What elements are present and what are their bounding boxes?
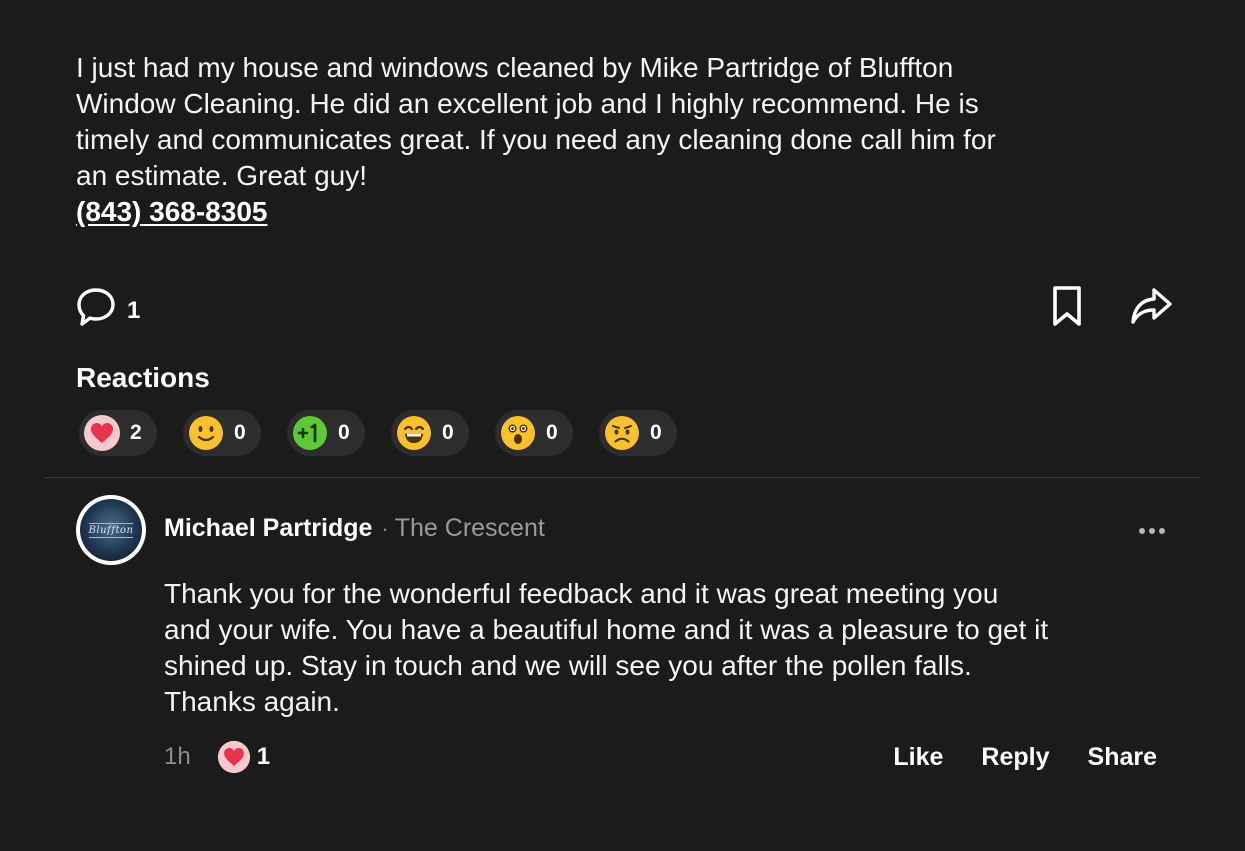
share-comment-button[interactable]: Share [1088, 743, 1157, 772]
heart-icon [83, 414, 121, 452]
comment-body-line-1: Thank you for the wonderful feedback and… [164, 578, 999, 609]
surprised-face-icon [499, 414, 537, 452]
reaction-count: 0 [442, 421, 454, 444]
reaction-count: 0 [234, 421, 246, 444]
reaction-plus-one[interactable]: 0 [287, 410, 365, 456]
comment-count: 1 [127, 296, 141, 324]
reply-button[interactable]: Reply [981, 743, 1049, 772]
reaction-count: 2 [130, 421, 142, 444]
comment-header: Michael Partridge · The Crescent [164, 514, 545, 543]
post-body-line-1: I just had my house and windows cleaned … [76, 52, 954, 83]
author-neighborhood[interactable]: The Crescent [395, 514, 545, 543]
reaction-count: 0 [650, 421, 662, 444]
post-body-line-3: timely and communicates great. If you ne… [76, 124, 996, 155]
speech-bubble-icon [75, 286, 117, 335]
reaction-smile[interactable]: 0 [183, 410, 261, 456]
sad-face-icon [603, 414, 641, 452]
comment-footer: 1h 1 [164, 740, 270, 774]
comment-body-line-4: Thanks again. [164, 686, 340, 717]
plus-one-icon [291, 414, 329, 452]
reaction-count: 0 [546, 421, 558, 444]
bookmark-icon [1049, 284, 1085, 333]
comment-body-line-2: and your wife. You have a beautiful home… [164, 614, 1049, 645]
more-dot-icon [1139, 528, 1145, 534]
comment-actions: Like Reply Share [893, 743, 1157, 772]
like-button[interactable]: Like [893, 743, 943, 772]
dot-separator: · [381, 516, 389, 541]
reactions-title: Reactions [76, 362, 210, 393]
post-body-line-2: Window Cleaning. He did an excellent job… [76, 88, 979, 119]
reaction-count: 0 [338, 421, 350, 444]
share-button[interactable] [1129, 284, 1173, 333]
post-body: I just had my house and windows cleaned … [76, 50, 1156, 230]
reaction-laugh[interactable]: 0 [391, 410, 469, 456]
laughing-face-icon [395, 414, 433, 452]
phone-link[interactable]: (843) 368-8305 [76, 194, 267, 230]
post-body-line-4: an estimate. Great guy! [76, 160, 368, 191]
comment-timestamp: 1h [164, 743, 191, 770]
smiling-face-icon [187, 414, 225, 452]
more-dot-icon [1149, 528, 1155, 534]
reaction-sad[interactable]: 0 [599, 410, 677, 456]
reaction-surprised[interactable]: 0 [495, 410, 573, 456]
comment-body: Thank you for the wonderful feedback and… [164, 576, 1194, 720]
avatar-logo: Bluffton [80, 499, 142, 561]
avatar-logo-text: Bluffton [88, 522, 134, 538]
comment-button[interactable]: 1 [75, 286, 140, 335]
comment-body-line-3: shined up. Stay in touch and we will see… [164, 650, 972, 681]
bookmark-button[interactable] [1047, 284, 1087, 333]
heart-icon[interactable] [217, 740, 251, 774]
divider [44, 477, 1201, 478]
more-dot-icon [1159, 528, 1165, 534]
avatar[interactable]: Bluffton [76, 495, 146, 565]
reactions-row: 2 0 0 0 0 0 [79, 410, 677, 456]
author-name[interactable]: Michael Partridge [164, 514, 372, 543]
reaction-heart[interactable]: 2 [79, 410, 157, 456]
comment-reaction-count: 1 [256, 743, 271, 770]
share-arrow-icon [1129, 284, 1173, 333]
more-options-button[interactable] [1130, 514, 1174, 548]
